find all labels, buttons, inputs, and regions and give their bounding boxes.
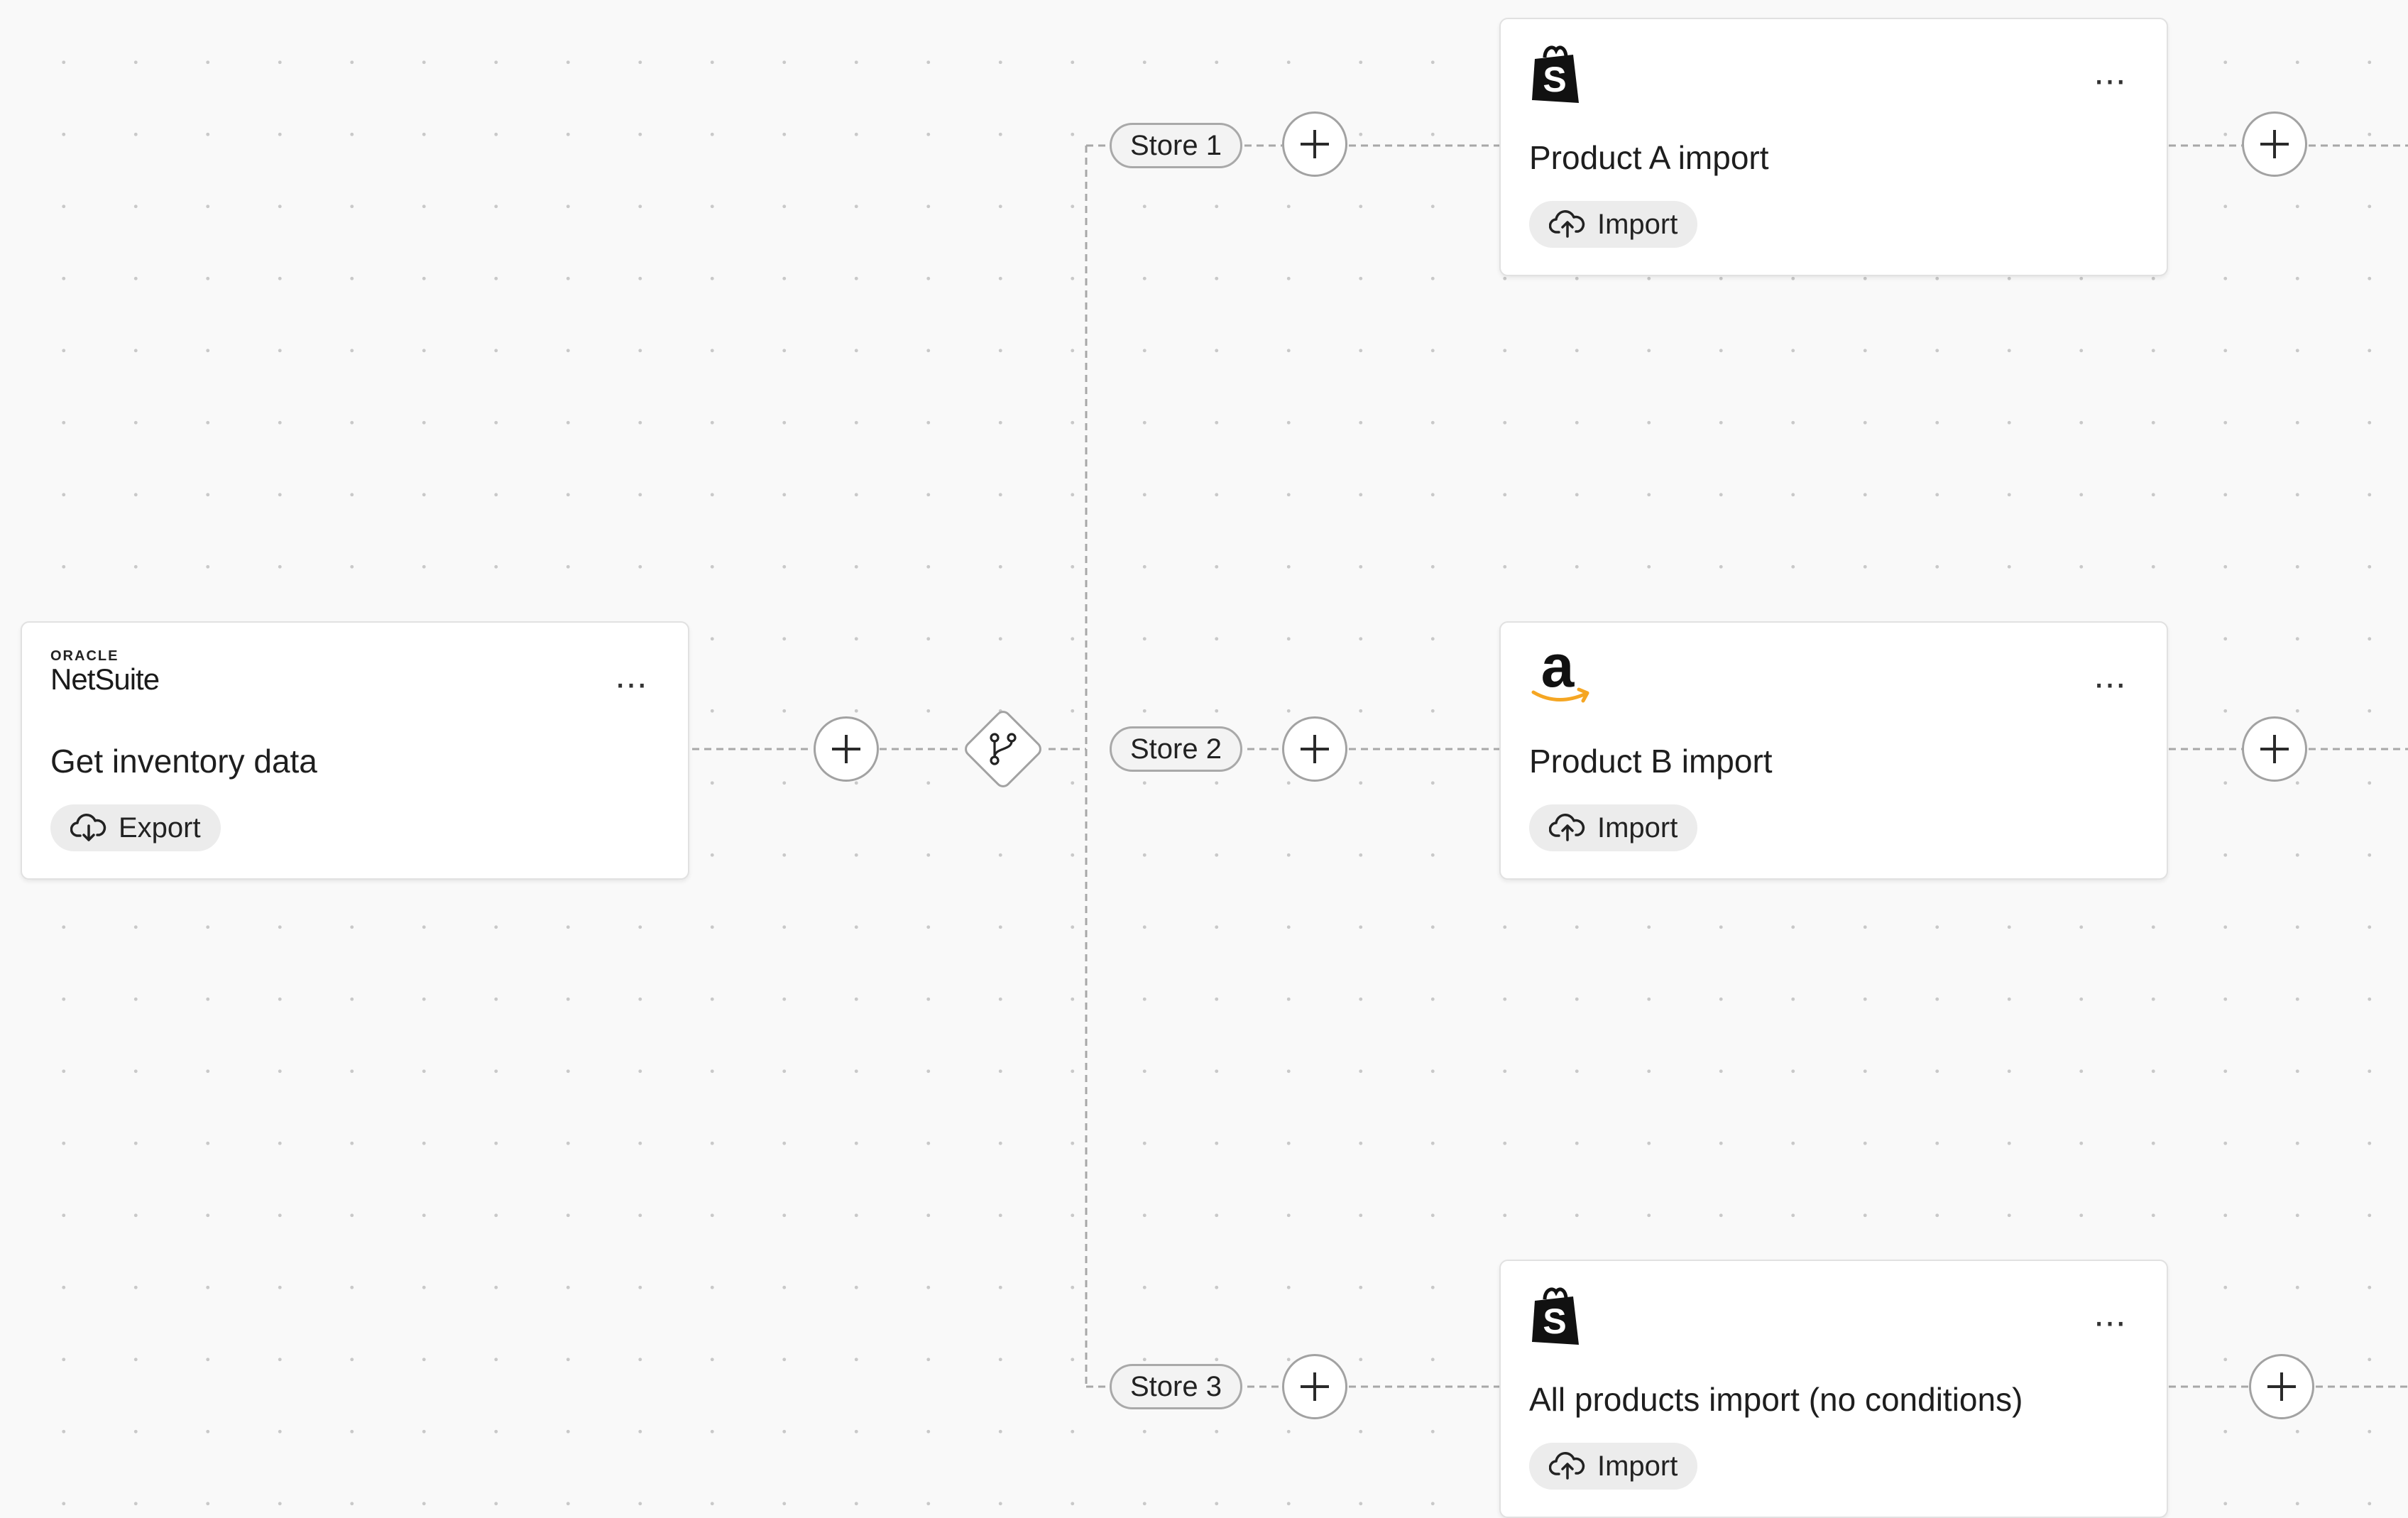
git-branch-icon xyxy=(990,733,1017,765)
svg-text:S: S xyxy=(1543,60,1566,99)
shopify-bag-icon: S xyxy=(1529,45,1583,108)
product-b-import-card[interactable]: a ··· Product B import Import xyxy=(1499,621,2168,880)
add-step-button[interactable] xyxy=(1282,111,1347,177)
add-step-button[interactable] xyxy=(2242,716,2307,782)
badge-label: Import xyxy=(1597,1451,1678,1482)
branch-label-store-2[interactable]: Store 2 xyxy=(1110,726,1242,772)
add-step-button[interactable] xyxy=(814,716,879,782)
branch-label-store-3[interactable]: Store 3 xyxy=(1110,1364,1242,1409)
cloud-upload-icon xyxy=(1549,210,1585,238)
card-title: Product B import xyxy=(1529,743,1773,780)
flow-canvas[interactable]: ORACLE NetSuite ··· Get inventory data E… xyxy=(0,0,2408,1518)
product-a-import-card[interactable]: S ··· Product A import Import xyxy=(1499,18,2168,276)
badge-label: Export xyxy=(119,812,201,843)
export-badge: Export xyxy=(50,804,221,851)
import-badge: Import xyxy=(1529,804,1698,851)
card-title: Product A import xyxy=(1529,139,1769,176)
netsuite-export-card[interactable]: ORACLE NetSuite ··· Get inventory data E… xyxy=(21,621,689,880)
add-step-button[interactable] xyxy=(1282,1354,1347,1419)
badge-label: Import xyxy=(1597,209,1678,240)
cloud-upload-icon xyxy=(1549,814,1585,841)
add-step-button[interactable] xyxy=(2249,1354,2314,1419)
card-menu-button[interactable]: ··· xyxy=(2093,677,2125,694)
oracle-logo-text: ORACLE xyxy=(50,648,119,664)
shopify-bag-icon: S xyxy=(1529,1287,1583,1350)
badge-label: Import xyxy=(1597,812,1678,843)
netsuite-logo-text: NetSuite xyxy=(50,662,160,696)
svg-text:S: S xyxy=(1543,1301,1566,1341)
card-title: Get inventory data xyxy=(50,743,317,780)
oracle-netsuite-logo: ORACLE NetSuite xyxy=(50,648,160,696)
add-step-button[interactable] xyxy=(1282,716,1347,782)
cloud-download-icon xyxy=(70,814,106,841)
branch-label-store-1[interactable]: Store 1 xyxy=(1110,123,1242,168)
import-badge: Import xyxy=(1529,1443,1698,1490)
branch-node[interactable] xyxy=(958,704,1049,795)
amazon-logo: a xyxy=(1529,633,1600,714)
amazon-logo-letter: a xyxy=(1541,640,1575,699)
cloud-upload-icon xyxy=(1549,1452,1585,1480)
import-badge: Import xyxy=(1529,201,1698,248)
card-menu-button[interactable]: ··· xyxy=(2093,1315,2125,1332)
all-products-import-card[interactable]: S ··· All products import (no conditions… xyxy=(1499,1260,2168,1518)
card-menu-button[interactable]: ··· xyxy=(614,677,647,694)
card-menu-button[interactable]: ··· xyxy=(2093,73,2125,90)
card-title: All products import (no conditions) xyxy=(1529,1381,2023,1418)
add-step-button[interactable] xyxy=(2242,111,2307,177)
